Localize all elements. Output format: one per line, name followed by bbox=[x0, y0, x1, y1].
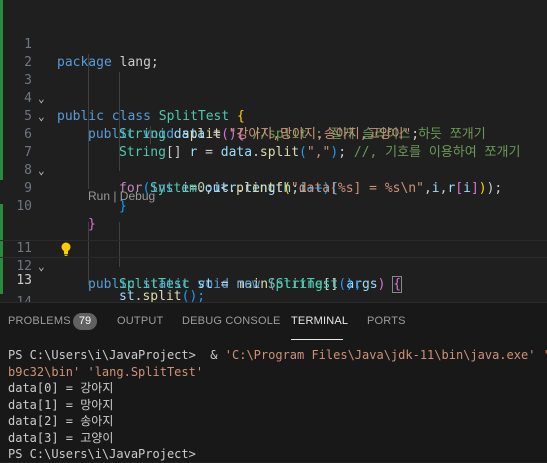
active-tab-indicator bbox=[291, 339, 343, 340]
code-editor[interactable]: 1 package lang; 2 3 ⌄ public class Split… bbox=[0, 0, 547, 302]
git-change-indicator bbox=[0, 108, 3, 126]
code-line-7[interactable]: 7 ⌄ for(int i=0;i<r.length;i++){ bbox=[0, 108, 547, 196]
code-line-3[interactable]: 3 ⌄ public class SplitTest { bbox=[0, 36, 547, 124]
tab-problems[interactable]: PROBLEMS bbox=[8, 315, 71, 327]
git-change-indicator bbox=[0, 54, 3, 72]
code-line-9[interactable]: 9 } bbox=[0, 144, 547, 214]
git-change-indicator bbox=[0, 258, 3, 276]
terminal-line: PS C:\Users\i\JavaProject> & 'C:\Program… bbox=[8, 348, 547, 362]
git-change-indicator bbox=[0, 144, 3, 162]
code-line-2[interactable]: 2 bbox=[0, 18, 547, 70]
git-change-indicator bbox=[0, 276, 3, 294]
git-change-indicator bbox=[0, 241, 3, 257]
terminal-prompt: PS C:\Users\i\JavaProject> bbox=[8, 447, 196, 461]
git-change-indicator bbox=[0, 0, 3, 18]
code-line-8[interactable]: 8 System.out.printf("data[%s] = %s\n",i,… bbox=[0, 126, 547, 196]
git-change-indicator bbox=[0, 162, 3, 180]
tab-ports[interactable]: PORTS bbox=[367, 315, 406, 327]
git-change-indicator bbox=[0, 126, 3, 144]
code-line-14[interactable]: 14 } bbox=[0, 258, 547, 302]
terminal-line: data[0] = 강아지 bbox=[8, 381, 114, 395]
panel-tabs: PROBLEMS 79 OUTPUT DEBUG CONSOLE TERMINA… bbox=[0, 303, 547, 341]
code-line-15[interactable]: 15 } bbox=[0, 276, 547, 294]
tab-debug-console[interactable]: DEBUG CONSOLE bbox=[182, 315, 281, 327]
code-line-10[interactable]: 10 } bbox=[0, 162, 547, 232]
lightbulb-icon[interactable] bbox=[59, 241, 73, 257]
code-line-11[interactable]: 11 ⌄ public static void main(String[] ar… bbox=[0, 204, 547, 293]
terminal-line: data[1] = 망아지 bbox=[8, 397, 114, 412]
bottom-panel: PROBLEMS 79 OUTPUT DEBUG CONSOLE TERMINA… bbox=[0, 302, 547, 462]
terminal-line: data[3] = 고양이 bbox=[8, 430, 114, 445]
code-line-12[interactable]: 12 SplitTest st = new SplitTest(); bbox=[0, 222, 547, 292]
code-line-13[interactable]: 13 st.split(); bbox=[0, 240, 547, 302]
git-change-indicator bbox=[0, 222, 3, 240]
code-line-6[interactable]: 6 String[] r = data.split(","); //, 기호를 … bbox=[0, 90, 547, 160]
git-change-indicator bbox=[0, 72, 3, 90]
git-change-indicator bbox=[0, 204, 3, 222]
code-line-4[interactable]: 4 ⌄ public void split(){ //split : 잘게 슬라… bbox=[0, 54, 547, 142]
git-change-indicator bbox=[0, 90, 3, 108]
tab-output[interactable]: OUTPUT bbox=[117, 315, 163, 327]
git-change-indicator bbox=[0, 36, 3, 54]
terminal-line: b9c32\bin' 'lang.SplitTest' bbox=[8, 364, 204, 379]
codelens-run-debug[interactable]: Run | Debug bbox=[88, 187, 155, 205]
terminal-line: data[2] = 송아지 bbox=[8, 414, 114, 428]
terminal-output[interactable]: PS C:\Users\i\JavaProject> & 'C:\Program… bbox=[8, 347, 547, 463]
code-line-5[interactable]: 5 String data = "강아지,망아지,송아지,고양이"; bbox=[0, 72, 547, 142]
git-change-indicator bbox=[0, 18, 3, 36]
tab-terminal[interactable]: TERMINAL bbox=[291, 315, 348, 327]
code-line-1[interactable]: 1 package lang; bbox=[0, 0, 547, 70]
problems-count-badge: 79 bbox=[73, 313, 97, 330]
